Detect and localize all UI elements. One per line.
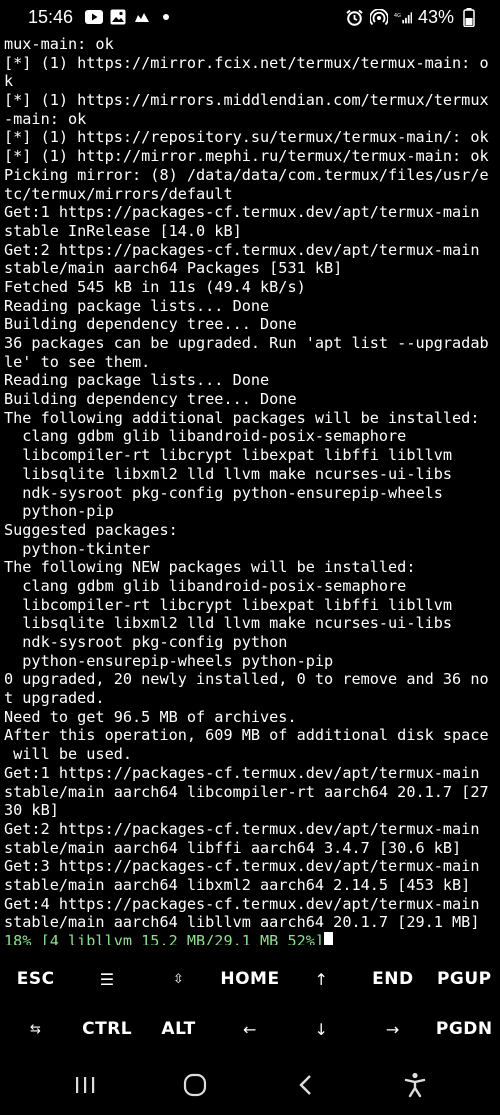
dot-icon xyxy=(157,8,175,26)
ctrl-key[interactable]: CTRL xyxy=(71,1004,142,1054)
battery-percentage: 43% xyxy=(417,6,454,27)
terminal-line: Get:4 https://packages-cf.termux.dev/apt… xyxy=(4,894,480,913)
status-left: 15:46 xyxy=(28,7,175,28)
clock: 15:46 xyxy=(28,6,74,27)
terminal-line: Get:1 https://packages-cf.termux.dev/apt… xyxy=(4,203,480,222)
terminal-line: Picking mirror: (8) /data/data/com.termu… xyxy=(4,165,489,184)
left-arrow-key[interactable]: ← xyxy=(214,1004,285,1054)
terminal-line: libsqlite libxml2 lld llvm make ncurses-… xyxy=(4,614,453,633)
tab-key[interactable]: ⇆ xyxy=(0,1004,71,1054)
terminal-line: stable/main aarch64 libllvm aarch64 20.1… xyxy=(4,913,480,932)
terminal-line: Reading package lists... Done xyxy=(4,371,270,390)
terminal-line: python-ensurepip-wheels python-pip xyxy=(4,651,334,670)
accessibility-icon xyxy=(404,1072,426,1102)
terminal-line: Building dependency tree... Done xyxy=(4,315,297,334)
terminal-line: stable/main aarch64 libxml2 aarch64 2.14… xyxy=(4,875,471,894)
download-progress-text: 18% [4 libllvm 15.2 MB/29.1 MB 52%] xyxy=(4,932,325,945)
navigation-bar xyxy=(0,1058,500,1115)
status-bar: 15:46 4G 43% xyxy=(0,0,500,34)
alarm-icon xyxy=(346,8,364,26)
cloud-icon xyxy=(133,8,151,26)
back-button[interactable] xyxy=(275,1067,335,1107)
terminal-line: [*] (1) http://mirror.mephi.ru/termux/te… xyxy=(4,147,489,166)
hotspot-icon xyxy=(369,8,388,26)
terminal-line: mux-main: ok xyxy=(4,35,114,53)
youtube-icon xyxy=(85,8,104,26)
terminal-line: [*] (1) https://mirrors.middlendian.com/… xyxy=(4,91,489,110)
home-button[interactable] xyxy=(165,1067,225,1107)
terminal-line: ndk-sysroot pkg-config python xyxy=(4,633,288,651)
terminal-line: libsqlite libxml2 lld llvm make ncurses-… xyxy=(4,464,453,483)
terminal-line: Get:2 https://packages-cf.termux.dev/apt… xyxy=(4,819,480,838)
terminal-line: will be used. xyxy=(4,745,133,764)
recents-button[interactable] xyxy=(55,1067,115,1107)
terminal-line: tc/termux/mirrors/default xyxy=(4,184,233,203)
down-arrow-key[interactable]: ↓ xyxy=(286,1004,357,1054)
svg-text:4G: 4G xyxy=(394,13,401,19)
up-arrow-key[interactable]: ↑ xyxy=(286,954,357,1004)
terminal-line: 0 upgraded, 20 newly installed, 0 to rem… xyxy=(4,670,489,689)
terminal-line: Need to get 96.5 MB of archives. xyxy=(4,707,297,726)
terminal-line: le' to see them. xyxy=(4,352,151,371)
scroll-key[interactable]: ⇳ xyxy=(143,954,214,1004)
recents-icon xyxy=(74,1075,96,1099)
terminal-line: The following additional packages will b… xyxy=(4,408,480,427)
terminal-line: stable InRelease [14.0 kB] xyxy=(4,221,242,240)
terminal-line: t upgraded. xyxy=(4,689,105,708)
signal-icon: 4G xyxy=(394,8,412,26)
download-progress-line: 18% [4 libllvm 15.2 MB/29.1 MB 52%] xyxy=(4,932,496,945)
terminal-line: [*] (1) https://repository.su/termux/ter… xyxy=(4,128,489,147)
terminal-line: Building dependency tree... Done xyxy=(4,390,297,409)
terminal-line: stable/main aarch64 libcompiler-rt aarch… xyxy=(4,782,489,801)
battery-icon xyxy=(460,7,478,27)
terminal-line: ndk-sysroot pkg-config python-ensurepip-… xyxy=(4,483,443,502)
terminal-line: Get:3 https://packages-cf.termux.dev/apt… xyxy=(4,857,480,876)
status-right: 4G 43% xyxy=(346,7,478,28)
terminal-line: -main: ok xyxy=(4,109,87,128)
terminal-line: clang gdbm glib libandroid-posix-semapho… xyxy=(4,576,407,595)
terminal-line: The following NEW packages will be insta… xyxy=(4,558,416,577)
extra-keys-bar: ESC ☰ ⇳ HOME ↑ END PGUP ⇆ CTRL ALT ← ↓ → PGDN xyxy=(0,954,500,1054)
menu-key[interactable]: ☰ xyxy=(71,954,142,1004)
home-icon xyxy=(183,1073,207,1101)
terminal-line: libcompiler-rt libcrypt libexpat libffi … xyxy=(4,446,453,465)
accessibility-button[interactable] xyxy=(385,1067,445,1107)
terminal-line: stable/main aarch64 libffi aarch64 3.4.7… xyxy=(4,838,462,857)
terminal-line: After this operation, 609 MB of addition… xyxy=(4,726,489,745)
terminal-line: python-pip xyxy=(4,502,114,521)
gallery-icon xyxy=(109,8,127,26)
home-key[interactable]: HOME xyxy=(214,954,285,1004)
page-up-key[interactable]: PGUP xyxy=(429,954,500,1004)
alt-key[interactable]: ALT xyxy=(143,1004,214,1054)
terminal-line: k xyxy=(4,72,14,91)
terminal-line: Get:2 https://packages-cf.termux.dev/apt… xyxy=(4,240,480,259)
terminal-line: [*] (1) https://mirror.fcix.net/termux/t… xyxy=(4,53,489,72)
esc-key[interactable]: ESC xyxy=(0,954,71,1004)
terminal-line: Suggested packages: xyxy=(4,520,178,539)
right-arrow-key[interactable]: → xyxy=(357,1004,428,1054)
back-icon xyxy=(297,1073,313,1101)
terminal-line: 30 kB] xyxy=(4,801,59,820)
terminal-line: Fetched 545 kB in 11s (49.4 kB/s) xyxy=(4,277,306,296)
terminal-line: clang gdbm glib libandroid-posix-semapho… xyxy=(4,427,407,446)
terminal-line: python-tkinter xyxy=(4,539,151,558)
terminal-line: libcompiler-rt libcrypt libexpat libffi … xyxy=(4,595,453,614)
page-down-key[interactable]: PGDN xyxy=(429,1004,500,1054)
terminal-line: Get:1 https://packages-cf.termux.dev/apt… xyxy=(4,763,480,782)
terminal-line: 36 packages can be upgraded. Run 'apt li… xyxy=(4,334,489,352)
terminal-cursor xyxy=(324,932,334,945)
terminal-output[interactable]: mux-main: ok [*] (1) https://mirror.fcix.… xyxy=(4,35,496,945)
terminal-line: stable/main aarch64 Packages [531 kB] xyxy=(4,259,343,278)
end-key[interactable]: END xyxy=(357,954,428,1004)
terminal-line: Reading package lists... Done xyxy=(4,296,270,315)
